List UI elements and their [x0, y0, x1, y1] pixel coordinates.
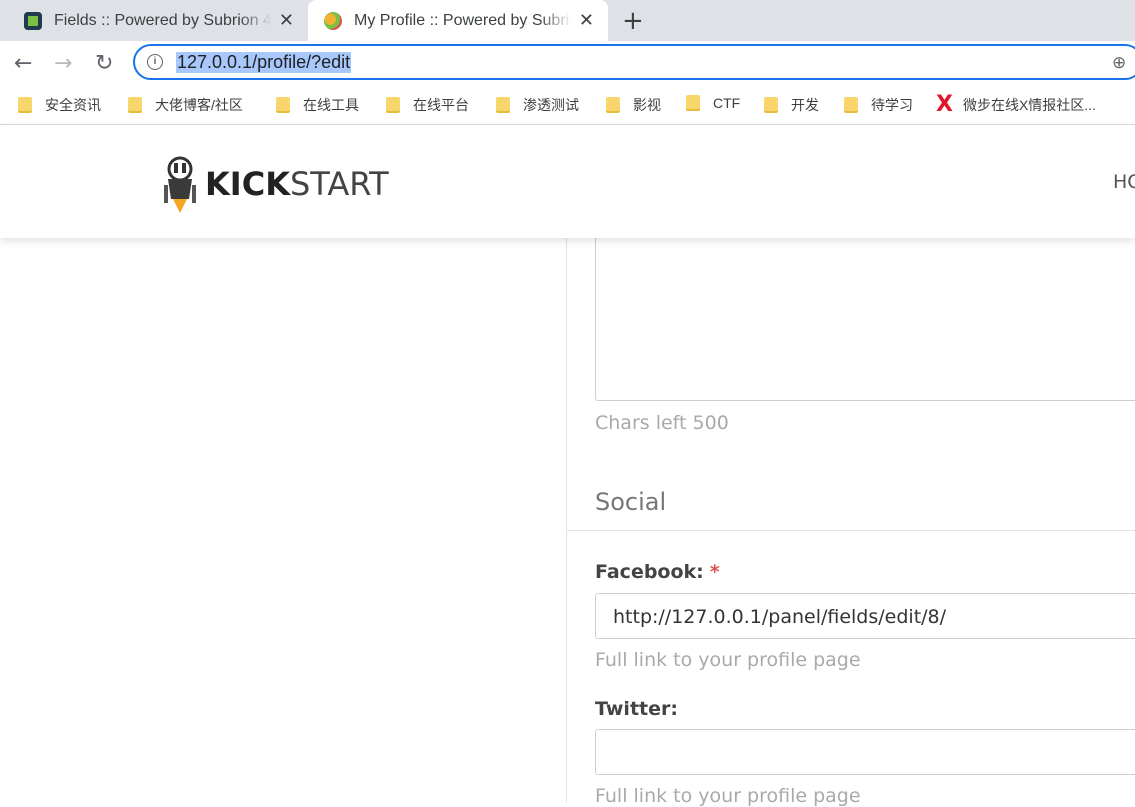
tab-my-profile[interactable]: My Profile :: Powered by Subrion 4.2.1 ✕: [308, 0, 608, 41]
section-title-social: Social: [595, 488, 667, 516]
forward-button[interactable]: →: [54, 51, 72, 76]
facebook-label: Facebook: *: [595, 561, 720, 583]
site-info-icon[interactable]: i: [147, 54, 163, 70]
facebook-hint: Full link to your profile page: [595, 649, 861, 671]
new-tab-button[interactable]: +: [622, 6, 644, 36]
section-divider: [567, 530, 1135, 531]
bookmark-item[interactable]: CTF: [686, 95, 740, 111]
facebook-input[interactable]: http://127.0.0.1/panel/fields/edit/8/: [595, 593, 1135, 639]
chars-left-counter: Chars left 500: [595, 412, 729, 434]
nav-home-link[interactable]: HO: [1113, 171, 1135, 193]
subrion-favicon-icon: [324, 11, 342, 30]
twitter-label: Twitter:: [595, 698, 678, 720]
folder-icon: [686, 95, 700, 111]
tab-close-icon[interactable]: ✕: [579, 10, 594, 31]
folder-icon: [128, 97, 142, 113]
column-divider: [566, 238, 567, 803]
twitter-hint: Full link to your profile page: [595, 785, 861, 807]
bookmark-item[interactable]: X 微步在线X情报社区...: [936, 92, 1096, 117]
reload-button[interactable]: ↻: [95, 51, 113, 76]
bookmark-item[interactable]: 待学习: [844, 95, 913, 115]
folder-icon: [276, 97, 290, 113]
bookmark-item[interactable]: 安全资讯: [18, 95, 101, 115]
bookmarks-bar: 安全资讯 大佬博客/社区 在线工具 在线平台 渗透测试 影视 CTF 开发 待学…: [0, 86, 1135, 125]
folder-icon: [606, 97, 620, 113]
folder-icon: [18, 97, 32, 113]
site-logo-text[interactable]: KICKSTART: [205, 165, 389, 203]
bookmark-item[interactable]: 在线工具: [276, 95, 359, 115]
bookmark-item[interactable]: 大佬博客/社区: [128, 95, 243, 115]
bookmark-item[interactable]: 开发: [764, 95, 819, 115]
rocket-logo-icon[interactable]: [162, 155, 198, 215]
folder-icon: [386, 97, 400, 113]
address-bar[interactable]: i 127.0.0.1/profile/?edit: [133, 44, 1135, 80]
required-mark: *: [709, 561, 720, 583]
subrion-favicon-icon: [24, 11, 42, 30]
bookmark-item[interactable]: 影视: [606, 95, 661, 115]
folder-icon: [844, 97, 858, 113]
tab-title: Fields :: Powered by Subrion 4.2.1: [54, 11, 272, 29]
tab-fields[interactable]: Fields :: Powered by Subrion 4.2.1 ✕: [8, 0, 308, 41]
bookmark-item[interactable]: 在线平台: [386, 95, 469, 115]
twitter-input[interactable]: [595, 729, 1135, 775]
tab-close-icon[interactable]: ✕: [279, 10, 294, 31]
back-button[interactable]: ←: [14, 51, 32, 76]
browser-tabstrip: Fields :: Powered by Subrion 4.2.1 ✕ My …: [0, 0, 1135, 41]
site-header: KICKSTART HO: [0, 125, 1135, 238]
folder-icon: [496, 97, 510, 113]
zoom-icon[interactable]: ⊕: [1112, 53, 1126, 73]
tab-title: My Profile :: Powered by Subrion 4.2.1: [354, 11, 572, 29]
url-text[interactable]: 127.0.0.1/profile/?edit: [176, 52, 352, 73]
browser-toolbar: ← → ↻ i 127.0.0.1/profile/?edit: [0, 41, 1135, 86]
folder-icon: [764, 97, 778, 113]
x-logo-icon: X: [936, 92, 953, 117]
bookmark-item[interactable]: 渗透测试: [496, 95, 579, 115]
